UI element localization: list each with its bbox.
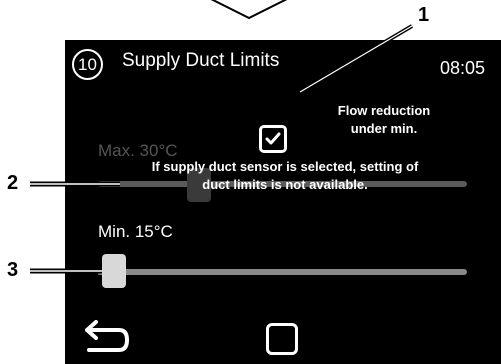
leader-line-3 [30, 268, 102, 274]
